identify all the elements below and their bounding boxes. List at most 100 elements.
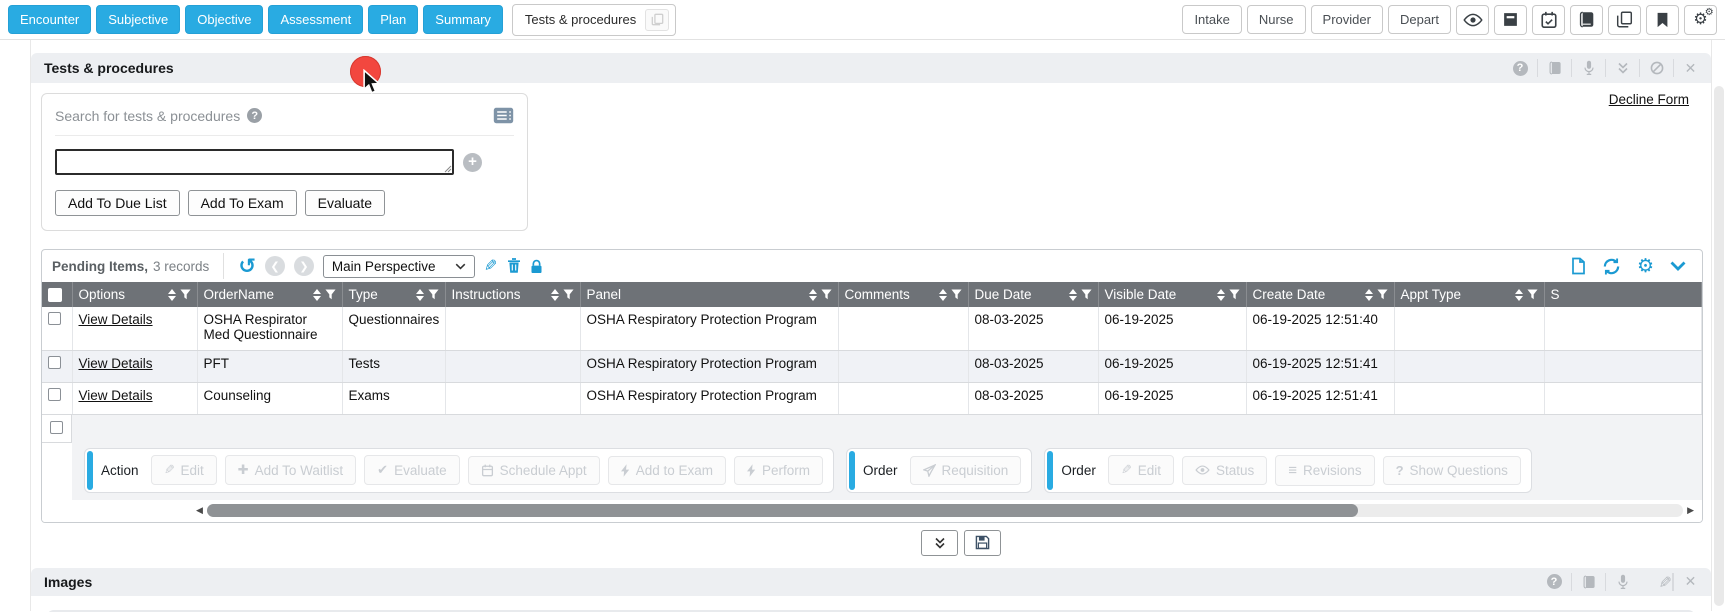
order-edit-button-disabled[interactable]: ✎Edit: [1108, 455, 1174, 485]
decline-form-link[interactable]: Decline Form: [1609, 92, 1689, 107]
scrollbar-thumb[interactable]: [207, 504, 1358, 517]
tab-summary[interactable]: Summary: [423, 5, 503, 34]
sort-icon[interactable]: [1069, 289, 1077, 301]
search-input[interactable]: [55, 149, 454, 175]
sort-icon[interactable]: [1365, 289, 1373, 301]
filter-icon[interactable]: [428, 289, 439, 300]
view-details-link[interactable]: View Details: [79, 356, 153, 371]
book-icon[interactable]: [1570, 5, 1603, 35]
filter-icon[interactable]: [325, 289, 336, 300]
filter-icon[interactable]: [180, 289, 191, 300]
copy-tab-icon[interactable]: [645, 9, 669, 31]
select-all-header[interactable]: [42, 282, 72, 307]
calendar-check-icon[interactable]: [1532, 5, 1565, 35]
disable-icon[interactable]: [1639, 59, 1673, 77]
filter-icon[interactable]: [1527, 289, 1538, 300]
edit-perspective-icon[interactable]: ✎: [484, 256, 497, 276]
sort-icon[interactable]: [809, 289, 817, 301]
column-truncated[interactable]: S: [1544, 282, 1702, 307]
collapse-chevrons-icon[interactable]: [1605, 59, 1639, 77]
new-row-checkbox[interactable]: [50, 421, 63, 434]
nurse-button[interactable]: Nurse: [1247, 5, 1306, 34]
column-type[interactable]: Type: [342, 282, 445, 307]
column-create-date[interactable]: Create Date: [1246, 282, 1394, 307]
microphone-icon[interactable]: [1571, 59, 1605, 77]
evaluate-button[interactable]: Evaluate: [305, 190, 385, 216]
tab-objective[interactable]: Objective: [185, 5, 263, 34]
reset-icon[interactable]: ↺: [238, 256, 256, 277]
settings-gears-icon[interactable]: ⚙⚙: [1684, 5, 1717, 35]
scroll-right-icon[interactable]: ▶: [1683, 505, 1698, 516]
schedule-appt-button-disabled[interactable]: Schedule Appt: [468, 456, 600, 485]
search-help-icon[interactable]: ?: [247, 108, 262, 123]
list-view-icon[interactable]: [493, 107, 514, 124]
prev-page-icon[interactable]: ❮: [265, 256, 285, 276]
evaluate-button-disabled[interactable]: ✔Evaluate: [364, 455, 459, 485]
scroll-left-icon[interactable]: ◀: [192, 505, 207, 516]
filter-icon[interactable]: [1229, 289, 1240, 300]
new-document-icon[interactable]: [1571, 257, 1586, 275]
close-icon[interactable]: ✕: [1673, 59, 1707, 77]
add-to-due-list-button[interactable]: Add To Due List: [55, 190, 180, 216]
edit-button-disabled[interactable]: ✎Edit: [151, 455, 217, 485]
perspective-select[interactable]: Main Perspective: [323, 255, 476, 278]
grid-settings-gear-icon[interactable]: ⚙: [1637, 257, 1654, 276]
revisions-button-disabled[interactable]: ≡Revisions: [1275, 455, 1374, 486]
show-questions-button-disabled[interactable]: ?Show Questions: [1383, 456, 1521, 485]
next-page-icon[interactable]: ❯: [294, 256, 314, 276]
sort-icon[interactable]: [168, 289, 176, 301]
expand-more-button[interactable]: [921, 530, 958, 556]
view-details-link[interactable]: View Details: [79, 312, 153, 327]
column-due-date[interactable]: Due Date: [968, 282, 1098, 307]
resize-grip-icon[interactable]: [444, 165, 452, 173]
perform-button-disabled[interactable]: Perform: [734, 456, 823, 485]
row-checkbox[interactable]: [48, 356, 61, 369]
column-appt-type[interactable]: Appt Type: [1394, 282, 1544, 307]
column-visible-date[interactable]: Visible Date: [1098, 282, 1246, 307]
microphone-icon[interactable]: [1605, 573, 1639, 591]
tab-plan[interactable]: Plan: [368, 5, 418, 34]
add-to-exam-button-disabled[interactable]: Add to Exam: [608, 456, 726, 485]
view-details-link[interactable]: View Details: [79, 388, 153, 403]
filter-icon[interactable]: [821, 289, 832, 300]
filter-icon[interactable]: [563, 289, 574, 300]
tab-subjective[interactable]: Subjective: [96, 5, 180, 34]
book-icon[interactable]: [1537, 59, 1571, 77]
add-item-icon[interactable]: +: [463, 153, 482, 172]
archive-box-icon[interactable]: [1494, 5, 1527, 35]
select-all-checkbox[interactable]: [48, 288, 62, 302]
column-options[interactable]: Options: [72, 282, 197, 307]
row-checkbox[interactable]: [48, 388, 61, 401]
delete-perspective-icon[interactable]: [507, 258, 521, 274]
close-icon[interactable]: ✕: [1673, 573, 1707, 591]
bookmark-icon[interactable]: [1646, 5, 1679, 35]
row-checkbox[interactable]: [48, 312, 61, 325]
depart-button[interactable]: Depart: [1388, 5, 1451, 34]
provider-button[interactable]: Provider: [1311, 5, 1383, 34]
sort-icon[interactable]: [1515, 289, 1523, 301]
add-to-waitlist-button-disabled[interactable]: ✚Add To Waitlist: [225, 455, 356, 485]
sort-icon[interactable]: [939, 289, 947, 301]
status-button-disabled[interactable]: Status: [1182, 456, 1267, 485]
page-scrollbar[interactable]: [1714, 86, 1724, 606]
column-comments[interactable]: Comments: [838, 282, 968, 307]
eye-icon[interactable]: [1456, 5, 1489, 35]
column-instructions[interactable]: Instructions: [445, 282, 580, 307]
copy-pages-icon[interactable]: [1608, 5, 1641, 35]
column-ordername[interactable]: OrderName: [197, 282, 342, 307]
sort-icon[interactable]: [1217, 289, 1225, 301]
filter-icon[interactable]: [951, 289, 962, 300]
filter-icon[interactable]: [1081, 289, 1092, 300]
collapse-grid-chevron-icon[interactable]: [1670, 261, 1686, 271]
tab-encounter[interactable]: Encounter: [8, 5, 91, 34]
add-to-exam-button[interactable]: Add To Exam: [188, 190, 297, 216]
sort-icon[interactable]: [416, 289, 424, 301]
filter-icon[interactable]: [1377, 289, 1388, 300]
intake-button[interactable]: Intake: [1182, 5, 1241, 34]
tab-tests-procedures-active[interactable]: Tests & procedures: [512, 4, 676, 36]
help-icon[interactable]: ?: [1537, 573, 1571, 591]
column-panel[interactable]: Panel: [580, 282, 838, 307]
tab-assessment[interactable]: Assessment: [268, 5, 363, 34]
requisition-button-disabled[interactable]: Requisition: [910, 456, 1022, 485]
lock-icon[interactable]: [530, 259, 543, 274]
